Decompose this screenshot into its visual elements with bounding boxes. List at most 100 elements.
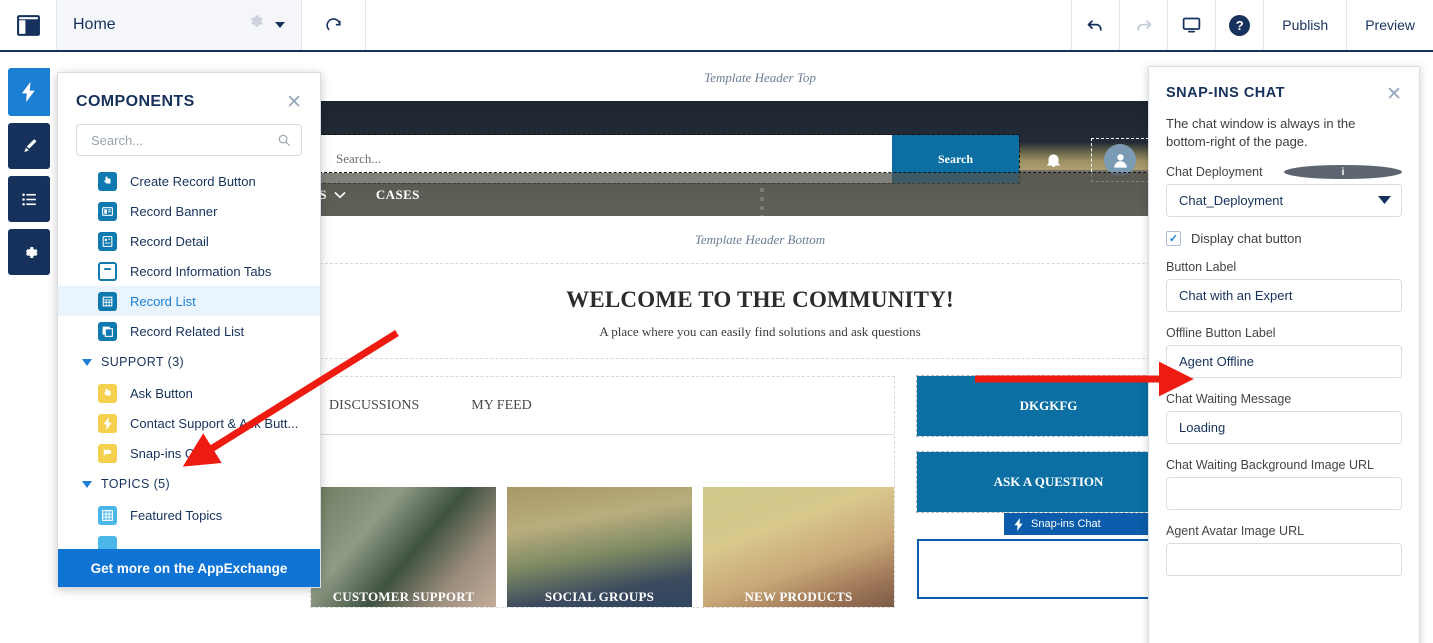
user-avatar-icon[interactable] [1104, 144, 1136, 176]
agent-avatar-image-url-input[interactable] [1166, 543, 1402, 577]
component-item-label: Create Record Button [130, 173, 256, 189]
snap-ins-chat-badge-label: Snap-ins Chat [1031, 518, 1101, 530]
page-selector[interactable]: Home [57, 0, 302, 50]
component-item-create-record-button[interactable]: Create Record Button [58, 166, 320, 196]
component-item-contact-support-ask-button[interactable]: Contact Support & Ask Butt... [58, 408, 320, 438]
close-icon[interactable]: ✕ [1386, 85, 1402, 104]
components-panel-title: COMPONENTS [76, 93, 195, 110]
site-canvas-inner: Template Header Top Search... Search ICS [310, 54, 1210, 608]
preview-button[interactable]: Preview [1347, 0, 1433, 50]
canvas-body-row: DISCUSSIONS MY FEED CUSTOMER SUPPORT SOC… [310, 359, 1210, 608]
component-item-label: Record Information Tabs [130, 263, 272, 279]
side-button-ask-a-question[interactable]: ASK A QUESTION [916, 451, 1181, 513]
component-item-snap-ins-chat[interactable]: Snap-ins Chat [58, 438, 320, 468]
top-toolbar: Home ? Publish Preview [0, 0, 1433, 52]
chat-waiting-message-input[interactable]: Loading [1166, 411, 1402, 445]
publish-button[interactable]: Publish [1264, 0, 1348, 50]
component-item-label: Record Banner [130, 203, 218, 219]
hero-banner[interactable]: Search... Search ICS CASES [310, 101, 1210, 216]
record-related-list-icon [98, 321, 117, 341]
card-customer-support[interactable]: CUSTOMER SUPPORT [311, 487, 496, 607]
record-information-tabs-icon [98, 261, 117, 281]
sidebar-column: DKGKFG ASK A QUESTION Snap-ins Chat [916, 375, 1181, 608]
component-item-label: Record Related List [130, 323, 245, 339]
component-group-support[interactable]: SUPPORT (3) [58, 346, 320, 378]
feed-tabs[interactable]: DISCUSSIONS MY FEED [311, 377, 894, 435]
component-group-topics[interactable]: TOPICS (5) [58, 468, 320, 500]
component-item-record-list[interactable]: Record List [58, 286, 320, 316]
component-item-record-detail[interactable]: Record Detail [58, 226, 320, 256]
component-item-ask-button[interactable]: Ask Button [58, 378, 320, 408]
get-more-appexchange-button[interactable]: Get more on the AppExchange [58, 549, 320, 587]
feed-column: DISCUSSIONS MY FEED CUSTOMER SUPPORT SOC… [310, 376, 895, 608]
side-button-dkgkfg[interactable]: DKGKFG [916, 375, 1181, 437]
desktop-preview-icon[interactable] [1168, 0, 1217, 50]
card-title: SOCIAL GROUPS [544, 589, 655, 604]
snap-ins-chat-canvas-placeholder[interactable] [917, 539, 1180, 599]
snap-ins-chat-properties-panel: SNAP-INS CHAT ✕ The chat window is alway… [1148, 66, 1420, 643]
settings-gear-icon [25, 246, 38, 258]
toolbar-spacer [366, 0, 1073, 50]
close-icon[interactable]: ✕ [286, 93, 302, 112]
builder-left-rail [8, 68, 50, 282]
snap-ins-chat-icon [98, 443, 117, 463]
tab-my-feed[interactable]: MY FEED [471, 398, 532, 414]
button-label-input[interactable]: Chat with an Expert [1166, 279, 1402, 313]
component-item-partial[interactable] [58, 530, 320, 549]
component-item-record-related-list[interactable]: Record Related List [58, 316, 320, 346]
welcome-section[interactable]: WELCOME TO THE COMMUNITY! A place where … [310, 264, 1210, 359]
refresh-button[interactable] [302, 0, 366, 50]
chevron-down-icon [82, 358, 92, 366]
contact-support-icon [98, 413, 117, 433]
experience-builder-logo-icon[interactable] [0, 0, 57, 50]
component-item-label: Record Detail [130, 233, 209, 249]
display-chat-button-checkbox[interactable]: ✓ [1166, 231, 1181, 247]
components-list[interactable]: Create Record Button Record Banner Recor… [58, 164, 320, 549]
notification-bell-icon[interactable] [1045, 151, 1062, 174]
rail-item-pages[interactable] [8, 176, 50, 222]
chat-waiting-background-image-url-label: Chat Waiting Background Image URL [1166, 458, 1374, 473]
record-banner-icon [98, 201, 117, 221]
component-item-record-information-tabs[interactable]: Record Information Tabs [58, 256, 320, 286]
record-list-icon [98, 291, 117, 311]
chevron-down-icon [334, 191, 346, 198]
card-social-groups[interactable]: SOCIAL GROUPS [506, 487, 692, 607]
component-item-label: Featured Topics [130, 507, 223, 523]
create-record-button-icon [98, 171, 117, 191]
component-group-label: SUPPORT (3) [101, 355, 185, 369]
welcome-title: WELCOME TO THE COMMUNITY! [566, 287, 954, 312]
component-item-label: Contact Support & Ask Butt... [130, 415, 299, 431]
rail-item-theme[interactable] [8, 123, 50, 169]
lightning-bolt-icon [1014, 517, 1023, 531]
undo-button[interactable] [1072, 0, 1121, 50]
component-item-label: Snap-ins Chat [130, 445, 213, 461]
components-search-field[interactable]: Search... [76, 124, 302, 156]
component-item-record-banner[interactable]: Record Banner [58, 196, 320, 226]
chat-waiting-background-image-url-input[interactable] [1166, 477, 1402, 511]
card-title: NEW PRODUCTS [744, 589, 853, 604]
offline-button-label-input[interactable]: Agent Offline [1166, 345, 1402, 379]
help-button[interactable]: ? [1216, 0, 1265, 50]
display-chat-button-row[interactable]: ✓ Display chat button [1166, 231, 1402, 247]
nav-item-cases[interactable]: CASES [376, 187, 420, 203]
lightning-components-icon [21, 82, 35, 102]
page-title: Home [73, 16, 116, 33]
featured-topics-icon [98, 505, 117, 525]
info-icon[interactable]: i [1284, 165, 1402, 180]
rail-item-components[interactable] [8, 68, 50, 116]
site-navigation-bar[interactable]: ICS CASES [310, 172, 1210, 216]
component-item-featured-topics[interactable]: Featured Topics [58, 500, 320, 530]
chevron-down-icon[interactable] [275, 22, 285, 28]
topic-component-icon [98, 535, 117, 549]
rail-item-settings[interactable] [8, 229, 50, 275]
chat-deployment-select[interactable]: Chat_Deployment [1166, 184, 1402, 218]
tab-discussions[interactable]: DISCUSSIONS [329, 398, 419, 414]
redo-button[interactable] [1120, 0, 1169, 50]
button-label-label: Button Label [1166, 260, 1237, 275]
gear-icon[interactable] [248, 14, 265, 36]
page-list-icon [21, 192, 36, 206]
components-panel-header: COMPONENTS ✕ [58, 73, 320, 124]
components-search-input[interactable]: Search... [91, 133, 277, 148]
card-new-products[interactable]: NEW PRODUCTS [702, 487, 894, 607]
record-detail-icon [98, 231, 117, 251]
